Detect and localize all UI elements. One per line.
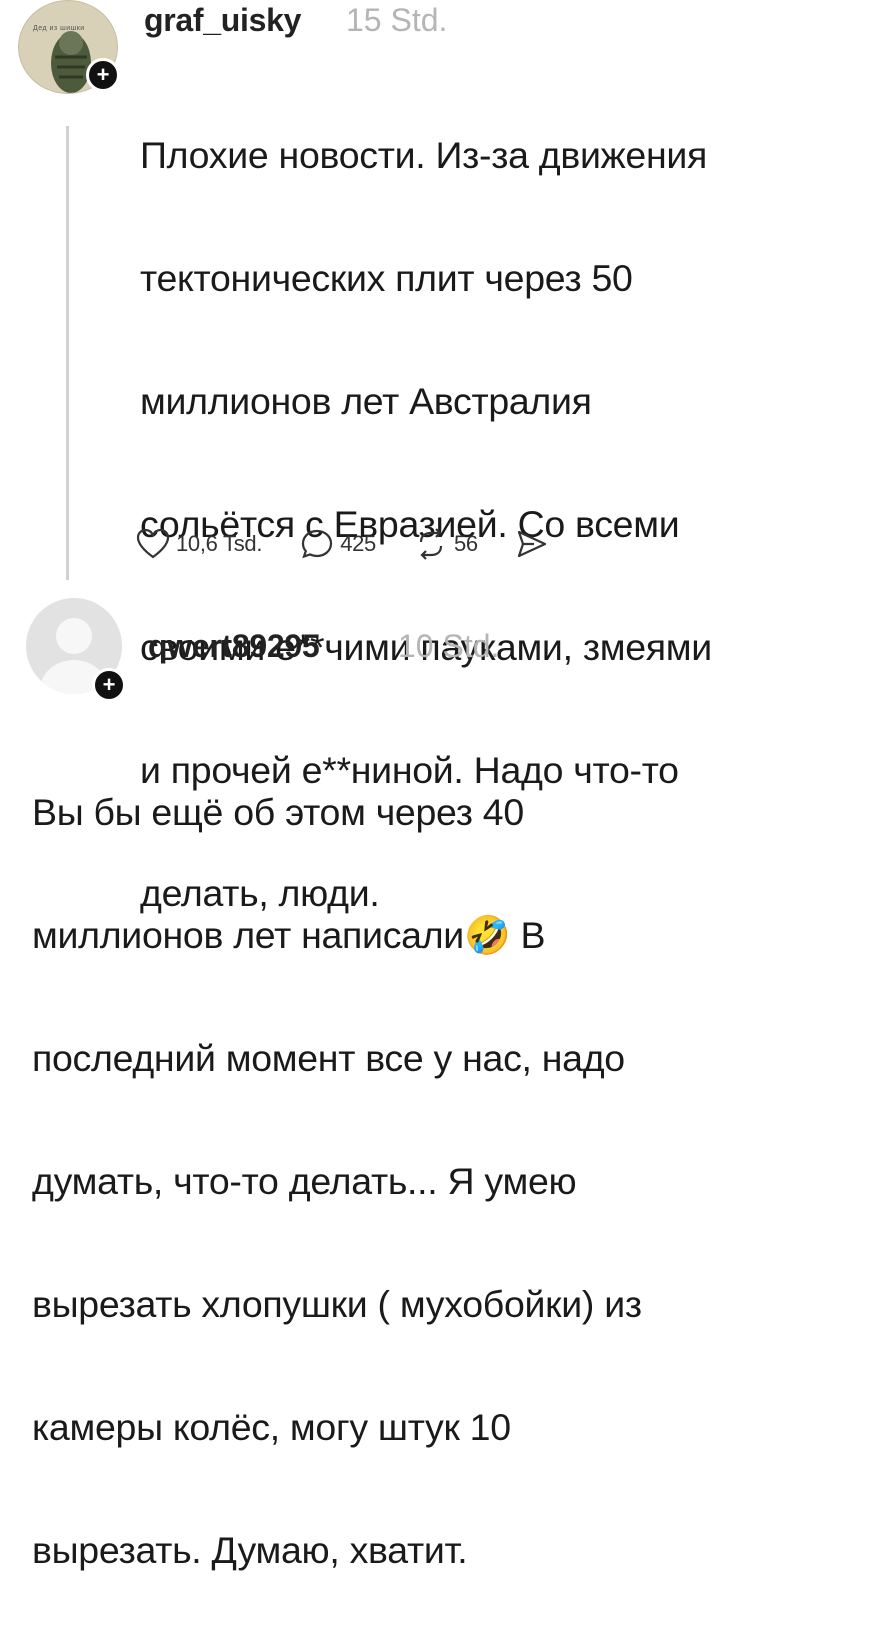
text-line: тектонических плит через 50 bbox=[140, 256, 633, 299]
repost-icon bbox=[419, 528, 443, 560]
share-button[interactable] bbox=[516, 529, 548, 559]
text-line: Плохие новости. Из-за движения bbox=[140, 133, 708, 176]
post-time: 15 Std. bbox=[346, 2, 448, 38]
like-button[interactable]: 10,6 Tsd. bbox=[136, 528, 262, 560]
text-line: думать, что-то делать... Я умею bbox=[32, 1159, 577, 1202]
username[interactable]: graf_uisky bbox=[144, 2, 301, 39]
post-time: 10 Std. bbox=[398, 628, 500, 664]
repost-count: 56 bbox=[454, 531, 478, 556]
text-line: вырезать хлопушки ( мухобойки) из bbox=[32, 1282, 642, 1325]
thread-line bbox=[66, 126, 69, 580]
comment-button[interactable]: 425 bbox=[300, 528, 376, 560]
text-line: Вы бы ещё об этом через 40 bbox=[32, 790, 524, 833]
username[interactable]: qwert89295 bbox=[148, 628, 320, 665]
send-icon bbox=[517, 530, 546, 558]
heart-icon bbox=[136, 528, 170, 559]
text-line: последний момент все у нас, надо bbox=[32, 1036, 625, 1079]
comment-count: 425 bbox=[340, 531, 376, 556]
text-line: камеры колёс, могу штук 10 bbox=[32, 1405, 511, 1448]
repost-button[interactable]: 56 bbox=[414, 528, 478, 560]
like-count: 10,6 Tsd. bbox=[176, 531, 263, 556]
post-text: Вы бы ещё об этом через 40 миллионов лет… bbox=[32, 720, 862, 1643]
avatar-head-shape bbox=[56, 618, 92, 654]
follow-plus-icon[interactable]: + bbox=[92, 668, 126, 702]
follow-plus-icon[interactable]: + bbox=[86, 58, 120, 92]
action-bar: 10,6 Tsd. 425 56 bbox=[136, 524, 586, 564]
text-line: миллионов лет Австралия bbox=[140, 379, 592, 422]
speech-bubble-icon bbox=[302, 529, 333, 559]
text-line: миллионов лет написали🤣 В bbox=[32, 913, 546, 956]
text-line: вырезать. Думаю, хватит. bbox=[32, 1528, 468, 1571]
